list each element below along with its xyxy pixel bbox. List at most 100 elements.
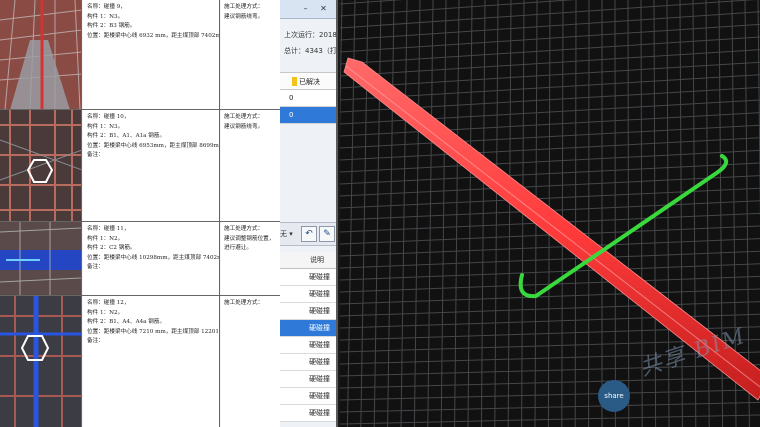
clash-position: 位置：距楼梁中心线 10298mm，距主煤顶部 7402mm。 — [87, 254, 220, 261]
grid-line-vertical — [705, 0, 710, 427]
clash-row: 名称：碰撞 12， 构件 1：N2。 构件 2：B1、A4、A4a 钢筋。 位置… — [0, 296, 280, 427]
clash-member-2: 构件 2：B1、A1、A1a 钢筋。 — [87, 133, 166, 140]
method-text: 建议钢筋绕弯。 — [224, 123, 264, 130]
clash-info: 名称：碰撞 11， 构件 1：N2。 构件 2：C2 钢筋。 位置：距楼梁中心线… — [83, 222, 220, 295]
result-description: 硬碰撞 — [309, 392, 330, 400]
status-dropdown[interactable]: 无 ▾ — [280, 229, 293, 239]
grid-line-horizontal — [340, 137, 760, 161]
result-description: 硬碰撞 — [309, 324, 330, 332]
clash-position: 位置：距楼梁中心线 6953mm，距主煤顶部 8699mm。 — [87, 142, 220, 149]
minimize-icon[interactable]: – — [300, 3, 311, 14]
method-title: 施工处理方式： — [224, 114, 264, 120]
clash-name: 名称：碰撞 9， — [87, 4, 126, 10]
grid-line-vertical — [507, 0, 512, 427]
clash-method: 施工处理方式： — [221, 296, 280, 427]
results-toolbar: 无 ▾ ↶ ✎ — [280, 222, 336, 246]
result-row[interactable]: 硬碰撞 — [280, 269, 336, 286]
clash-row: 名称：碰撞 11， 构件 1：N2。 构件 2：C2 钢筋。 位置：距楼梁中心线… — [0, 222, 280, 296]
result-description: 硬碰撞 — [309, 290, 330, 298]
flag-icon — [292, 77, 297, 86]
clash-info: 名称：碰撞 9， 构件 1：N3。 构件 2：B3 钢筋。 位置：距楼梁中心线 … — [83, 0, 220, 109]
grid-line-horizontal — [340, 149, 760, 173]
clash-thumbnail-image — [0, 222, 81, 295]
clash-thumbnail-image — [0, 110, 81, 221]
grid-line-vertical — [561, 0, 564, 427]
total-count-label: 总计：4343（打开 — [284, 47, 338, 55]
clash-name: 名称：碰撞 10， — [87, 114, 130, 120]
close-icon[interactable]: ✕ — [318, 3, 329, 14]
result-row-selected[interactable]: 硬碰撞 — [280, 320, 336, 337]
grid-line-vertical — [574, 0, 577, 427]
3d-viewport[interactable]: share 共享 BIM — [340, 0, 760, 427]
resolved-cell[interactable]: 0 — [280, 90, 336, 107]
clash-position: 位置：距楼梁中心线 6932 mm，距主煤顶部 7402mm。 — [87, 32, 220, 39]
clash-method: 施工处理方式： 建议调整钢筋位置，进行避让。 — [221, 222, 280, 295]
grid-line-horizontal — [340, 162, 760, 185]
grid-line-vertical — [427, 0, 434, 427]
clash-note[interactable]: 备注： — [87, 337, 215, 347]
clash-position: 位置：距楼梁中心线 7210 mm，距主煤顶部 12201mm。 — [87, 328, 219, 335]
grid-line-vertical — [413, 0, 421, 427]
clash-member-1: 构件 1：N3。 — [87, 13, 124, 20]
description-header-label: 说明 — [310, 256, 324, 264]
result-row[interactable]: 硬碰撞 — [280, 303, 336, 320]
resolved-column-header[interactable]: 已解决 — [280, 72, 336, 90]
clash-thumbnail-image — [0, 0, 81, 109]
clash-member-2: 构件 2：B3 钢筋。 — [87, 23, 136, 30]
grid-line-vertical — [627, 0, 630, 427]
result-row[interactable]: 硬碰撞 — [280, 337, 336, 354]
result-row[interactable]: 硬碰撞 — [280, 388, 336, 405]
last-run-label: 上次运行：2018年 — [284, 31, 338, 39]
clash-member-1: 构件 1：N2。 — [87, 309, 124, 316]
clash-thumbnail — [0, 0, 82, 109]
clash-detective-panel: – ✕ 上次运行：2018年 总计：4343（打开 已解决 0 0 无 ▾ ↶ … — [280, 0, 338, 427]
result-description: 硬碰撞 — [309, 341, 330, 349]
grid-line-horizontal — [340, 364, 760, 377]
method-text: 建议调整钢筋位置，进行避让。 — [224, 235, 275, 252]
grid-line-horizontal — [340, 389, 760, 401]
clash-info: 名称：碰撞 10， 构件 1：N3。 构件 2：B1、A1、A1a 钢筋。 位置… — [83, 110, 220, 221]
clash-name: 名称：碰撞 12， — [87, 300, 130, 306]
undo-icon[interactable]: ↶ — [301, 226, 317, 242]
grid-line-vertical — [494, 0, 499, 427]
status-dropdown-value: 无 — [280, 230, 287, 238]
clash-report-document: 名称：碰撞 9， 构件 1：N3。 构件 2：B3 钢筋。 位置：距楼梁中心线 … — [0, 0, 280, 427]
result-row[interactable]: 硬碰撞 — [280, 405, 336, 422]
resolved-cell-selected[interactable]: 0 — [280, 107, 336, 124]
result-row[interactable]: 硬碰撞 — [280, 286, 336, 303]
description-column-header[interactable]: 说明 — [280, 252, 336, 269]
method-text: 建议钢筋绕弯。 — [224, 13, 264, 20]
clash-note: 备注： — [87, 264, 104, 271]
grid-line-horizontal — [340, 414, 760, 425]
result-row[interactable]: 硬碰撞 — [280, 371, 336, 388]
method-title: 施工处理方式： — [224, 300, 264, 306]
clash-member-2: 构件 2：C2 钢筋。 — [87, 245, 136, 252]
clash-member-1: 构件 1：N3。 — [87, 123, 124, 130]
result-description: 硬碰撞 — [309, 409, 330, 417]
result-description: 硬碰撞 — [309, 375, 330, 383]
method-title: 施工处理方式： — [224, 4, 264, 10]
clash-info: 名称：碰撞 12， 构件 1：N2。 构件 2：B1、A4、A4a 钢筋。 位置… — [83, 296, 220, 427]
clash-row: 名称：碰撞 10， 构件 1：N3。 构件 2：B1、A1、A1a 钢筋。 位置… — [0, 110, 280, 222]
share-logo-icon: share — [598, 380, 630, 412]
result-row[interactable]: 硬碰撞 — [280, 354, 336, 371]
clash-row: 名称：碰撞 9， 构件 1：N3。 构件 2：B3 钢筋。 位置：距楼梁中心线 … — [0, 0, 280, 110]
clash-member-2: 构件 2：B1、A4、A4a 钢筋。 — [87, 319, 166, 326]
clash-method: 施工处理方式： 建议钢筋绕弯。 — [221, 0, 280, 109]
clash-method: 施工处理方式： 建议钢筋绕弯。 — [221, 110, 280, 221]
clash-thumbnail-image — [0, 296, 81, 427]
grid-line-vertical — [400, 0, 408, 427]
panel-titlebar: – ✕ — [280, 0, 336, 19]
result-description: 硬碰撞 — [309, 307, 330, 315]
grid-line-vertical — [440, 0, 447, 427]
grid-line-vertical — [454, 0, 460, 427]
result-description: 硬碰撞 — [309, 273, 330, 281]
result-description: 硬碰撞 — [309, 358, 330, 366]
clash-note: 备注： — [87, 152, 104, 159]
clash-thumbnail — [0, 222, 82, 295]
assign-icon[interactable]: ✎ — [319, 226, 335, 242]
grid-line-horizontal — [340, 187, 760, 209]
clash-thumbnail — [0, 110, 82, 221]
method-title: 施工处理方式： — [224, 226, 264, 232]
grid-line-horizontal — [340, 376, 760, 389]
